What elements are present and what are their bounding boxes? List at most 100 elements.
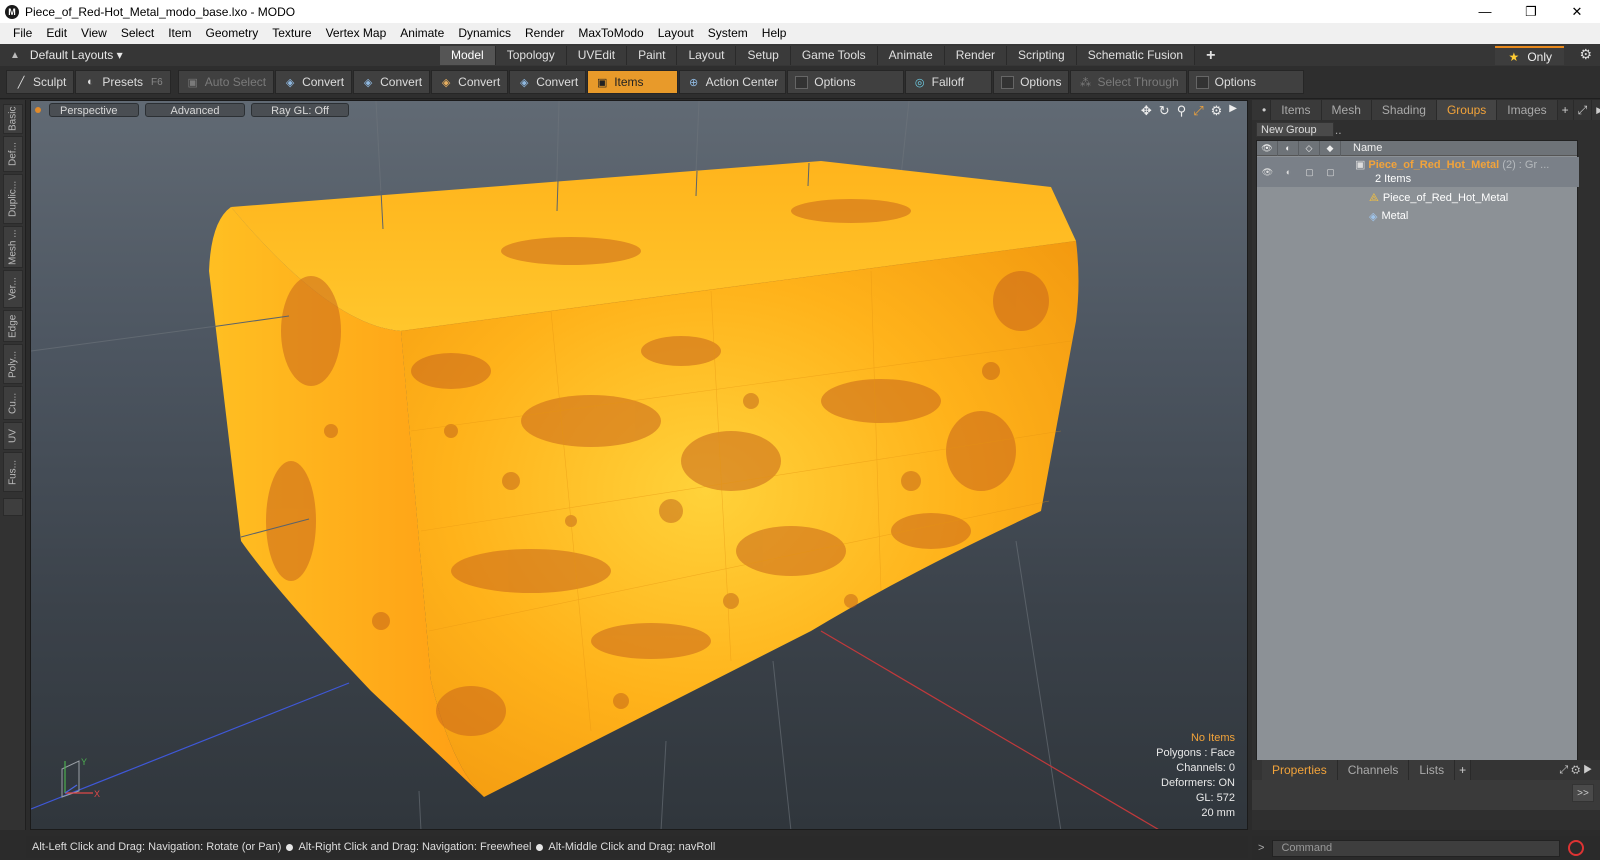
viewport-expand-icon[interactable]: ▶ bbox=[1229, 103, 1237, 119]
tab-channels[interactable]: Channels bbox=[1337, 760, 1410, 780]
tab-polygon[interactable]: Poly... bbox=[3, 344, 23, 384]
tab-images[interactable]: Images bbox=[1497, 100, 1558, 120]
new-group-button[interactable]: New Group bbox=[1256, 122, 1334, 137]
convert-edges-button[interactable]: ◈ Convert bbox=[353, 70, 431, 94]
tab-scripting[interactable]: Scripting bbox=[1007, 45, 1077, 65]
tab-schematic-fusion[interactable]: Schematic Fusion bbox=[1076, 45, 1196, 65]
tab-fusion[interactable]: Fus... bbox=[3, 452, 23, 492]
close-button[interactable]: ✕ bbox=[1554, 0, 1600, 23]
move-view-icon[interactable]: ✥ bbox=[1141, 103, 1152, 119]
only-toggle[interactable]: ★ Only bbox=[1494, 46, 1564, 65]
presets-button[interactable]: ◐ Presets F6 bbox=[75, 70, 171, 94]
visibility-toggle-icon[interactable]: 👁 bbox=[1257, 167, 1278, 178]
menu-system[interactable]: System bbox=[701, 23, 755, 44]
menu-geometry[interactable]: Geometry bbox=[199, 23, 266, 44]
panel-arrow-icon[interactable]: ▶ bbox=[1592, 100, 1600, 120]
select-column-icon[interactable]: ◆ bbox=[1320, 140, 1341, 156]
tab-basic[interactable]: Basic bbox=[3, 104, 23, 134]
group-row[interactable]: 👁 ◐ ▢ ▢ ▣ Piece_of_Red_Hot_Metal (2) : Gr… bbox=[1257, 157, 1579, 187]
menu-animate[interactable]: Animate bbox=[393, 23, 451, 44]
add-tab-icon[interactable]: + bbox=[1558, 100, 1574, 120]
auto-select-button[interactable]: ▣ Auto Select bbox=[177, 70, 275, 94]
shading-mode-dropdown[interactable]: Advanced bbox=[145, 103, 245, 117]
expand-properties-button[interactable]: >> bbox=[1572, 784, 1594, 802]
strip-toggle[interactable] bbox=[3, 498, 23, 516]
add-properties-tab-icon[interactable]: + bbox=[1455, 760, 1472, 780]
tab-vertex[interactable]: Ver... bbox=[3, 270, 23, 308]
menu-file[interactable]: File bbox=[6, 23, 39, 44]
expand-panel-icon[interactable]: ⤢ bbox=[1574, 100, 1593, 120]
tab-layout[interactable]: Layout bbox=[677, 45, 737, 65]
options-checkbox[interactable] bbox=[795, 75, 809, 89]
3d-viewport[interactable]: Y X Perspective Advanced Ray GL: Off ✥ ↻… bbox=[30, 100, 1248, 830]
tab-topology[interactable]: Topology bbox=[495, 45, 567, 65]
tab-groups[interactable]: Groups bbox=[1436, 100, 1498, 120]
maximize-button[interactable]: ❐ bbox=[1508, 0, 1554, 23]
properties-panel-icons[interactable]: ⤢ ⚙ ▶ bbox=[1559, 764, 1592, 777]
falloff-options-button[interactable]: Options bbox=[993, 70, 1070, 94]
tab-mesh-ops[interactable]: Mesh ... bbox=[1321, 100, 1372, 137]
menu-edit[interactable]: Edit bbox=[39, 23, 74, 44]
groups-list[interactable]: 👁 ◐ ◇ ◆ Name 👁 ◐ ▢ ▢ ▣ Piece_of_Red_Hot_M… bbox=[1256, 140, 1579, 775]
menu-view[interactable]: View bbox=[74, 23, 114, 44]
layouts-dropdown[interactable]: ▲ Default Layouts ▾ bbox=[0, 48, 440, 62]
tab-mesh[interactable]: Mesh ... bbox=[3, 226, 23, 268]
visibility-column-icon[interactable]: 👁 bbox=[1257, 140, 1278, 156]
fit-view-icon[interactable]: ⤢ bbox=[1193, 103, 1203, 119]
tab-curve[interactable]: Cu... bbox=[3, 386, 23, 420]
convert-polygons-button[interactable]: ◈ Convert bbox=[431, 70, 509, 94]
command-history-icon[interactable]: > bbox=[1258, 842, 1264, 854]
command-input[interactable]: Command bbox=[1272, 839, 1561, 857]
add-tab-button[interactable]: + bbox=[1195, 46, 1226, 65]
lock-column-icon[interactable]: ◇ bbox=[1299, 140, 1320, 156]
select-through-button[interactable]: ⁂ Select Through bbox=[1070, 70, 1187, 94]
tab-game-tools[interactable]: Game Tools bbox=[790, 45, 878, 65]
tab-paint[interactable]: Paint bbox=[627, 45, 678, 65]
tab-uv[interactable]: UV bbox=[3, 422, 23, 450]
tab-setup[interactable]: Setup bbox=[736, 45, 791, 65]
lock-toggle[interactable]: ▢ bbox=[1299, 167, 1320, 178]
tab-lists[interactable]: Lists bbox=[1409, 760, 1456, 780]
menu-vertex-map[interactable]: Vertex Map bbox=[319, 23, 394, 44]
menu-maxtomodo[interactable]: MaxToModo bbox=[571, 23, 650, 44]
options-checkbox[interactable] bbox=[1195, 75, 1209, 89]
record-macro-icon[interactable] bbox=[1568, 840, 1585, 856]
tab-items[interactable]: Items bbox=[1271, 100, 1322, 120]
menu-item[interactable]: Item bbox=[161, 23, 198, 44]
menu-dynamics[interactable]: Dynamics bbox=[451, 23, 518, 44]
name-column-header[interactable]: Name bbox=[1341, 142, 1382, 154]
menu-select[interactable]: Select bbox=[114, 23, 161, 44]
convert-vertices-button[interactable]: ◈ Convert bbox=[275, 70, 353, 94]
render-column-icon[interactable]: ◐ bbox=[1278, 140, 1299, 156]
menu-layout[interactable]: Layout bbox=[651, 23, 701, 44]
convert-materials-button[interactable]: ◈ Convert bbox=[509, 70, 587, 94]
tab-duplicate[interactable]: Duplic... bbox=[3, 174, 23, 224]
menu-help[interactable]: Help bbox=[755, 23, 794, 44]
options-checkbox[interactable] bbox=[1001, 75, 1015, 89]
tab-edge[interactable]: Edge bbox=[3, 310, 23, 342]
sculpt-button[interactable]: ╱ Sculpt bbox=[6, 70, 75, 94]
minimize-button[interactable]: — bbox=[1462, 0, 1508, 23]
select-options-button[interactable]: Options bbox=[1187, 70, 1304, 94]
tab-uvedit[interactable]: UVEdit bbox=[566, 45, 628, 65]
tab-render[interactable]: Render bbox=[944, 45, 1008, 65]
group-child-row[interactable]: ◈ Metal bbox=[1257, 207, 1579, 225]
menu-render[interactable]: Render bbox=[518, 23, 571, 44]
falloff-button[interactable]: ◎ Falloff bbox=[904, 70, 993, 94]
viewport-settings-icon[interactable]: ⚙ bbox=[1211, 103, 1223, 119]
viewport-menu-dot[interactable] bbox=[35, 107, 41, 113]
tab-properties[interactable]: Properties bbox=[1262, 760, 1338, 780]
render-toggle-icon[interactable]: ◐ bbox=[1278, 167, 1299, 177]
select-toggle[interactable]: ▢ bbox=[1320, 167, 1341, 178]
panel-menu-dot[interactable]: • bbox=[1258, 100, 1272, 120]
action-center-options-button[interactable]: Options bbox=[787, 70, 904, 94]
menu-texture[interactable]: Texture bbox=[265, 23, 318, 44]
gear-icon[interactable]: ⚙ bbox=[1579, 46, 1592, 63]
items-mode-button[interactable]: ▣ Items bbox=[587, 70, 678, 94]
view-mode-dropdown[interactable]: Perspective bbox=[49, 103, 139, 117]
action-center-button[interactable]: ⊕ Action Center bbox=[678, 70, 787, 94]
rotate-view-icon[interactable]: ↻ bbox=[1159, 103, 1170, 119]
raygl-toggle[interactable]: Ray GL: Off bbox=[251, 103, 349, 117]
tab-animate[interactable]: Animate bbox=[877, 45, 945, 65]
group-child-row[interactable]: ⟁ Piece_of_Red_Hot_Metal bbox=[1257, 189, 1579, 207]
